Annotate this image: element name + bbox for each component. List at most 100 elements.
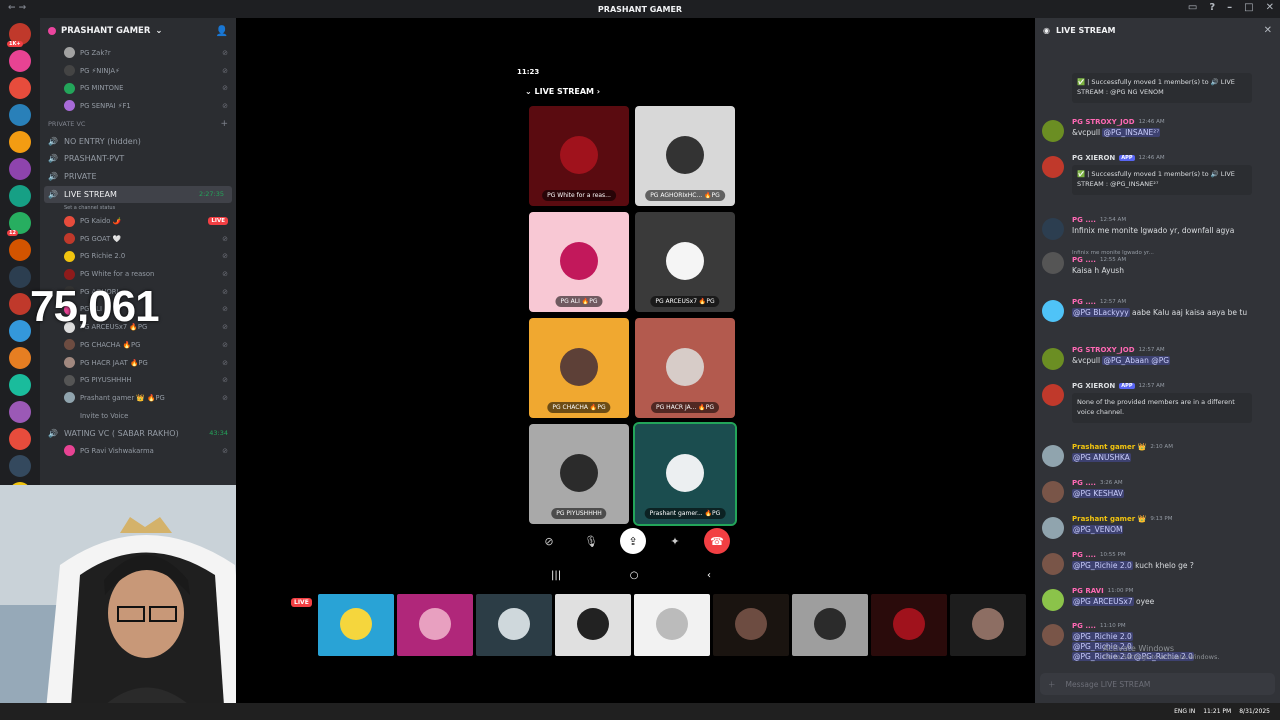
server-icon[interactable] xyxy=(9,77,31,99)
voice-channel[interactable]: 🔊 PRASHANT-PVT xyxy=(40,150,236,168)
avatar[interactable] xyxy=(1042,624,1064,646)
voice-user[interactable]: Prashant gamer 👑 🔥PG ⊘ xyxy=(40,389,236,407)
mention[interactable]: @PG_INSANE²⁷ xyxy=(1102,128,1161,137)
author-name[interactable]: Prashant gamer 👑 xyxy=(1072,443,1146,451)
avatar[interactable] xyxy=(1042,589,1064,611)
author-name[interactable]: PG STROXY_JOD xyxy=(1072,346,1135,354)
participant-tile[interactable]: PG HACR JA... 🔥PG xyxy=(635,318,735,418)
mention[interactable]: @PG_VENOM xyxy=(1072,525,1124,534)
help-icon[interactable]: ? xyxy=(1209,2,1215,13)
participant-tile[interactable]: PG AGHORIxHC... 🔥PG xyxy=(635,106,735,206)
voice-user[interactable]: PG MINTONE ⊘ xyxy=(40,79,236,97)
maximize-icon[interactable]: □ xyxy=(1244,2,1253,13)
channel-status[interactable]: Set a channel status xyxy=(40,203,236,212)
avatar[interactable] xyxy=(1042,553,1064,575)
avatar[interactable] xyxy=(1042,218,1064,240)
author-name[interactable]: Prashant gamer 👑 xyxy=(1072,515,1146,523)
home-icon[interactable]: ○ xyxy=(630,570,639,581)
phone-channel-name[interactable]: LIVE STREAM xyxy=(535,87,595,96)
server-icon[interactable] xyxy=(9,266,31,288)
server-icon[interactable] xyxy=(9,374,31,396)
server-icon[interactable] xyxy=(9,455,31,477)
author-name[interactable]: PG XIERON xyxy=(1072,154,1115,162)
mention[interactable]: @PG_Richie 2.0 xyxy=(1072,561,1133,570)
author-name[interactable]: PG .... xyxy=(1072,256,1096,264)
mic-icon[interactable]: 🎙 xyxy=(578,528,604,554)
server-icon[interactable] xyxy=(9,347,31,369)
server-icon[interactable]: 1K+ xyxy=(7,23,31,47)
hang-up-icon[interactable]: ☎ xyxy=(704,528,730,554)
author-name[interactable]: PG .... xyxy=(1072,216,1096,224)
add-channel-icon[interactable]: + xyxy=(220,119,228,129)
avatar[interactable] xyxy=(1042,156,1064,178)
add-member-icon[interactable]: 👤 xyxy=(216,26,228,37)
add-attachment-icon[interactable]: ＋ xyxy=(1048,679,1056,690)
server-icon[interactable] xyxy=(9,293,31,315)
strip-tile[interactable] xyxy=(634,594,710,656)
server-icon[interactable] xyxy=(9,239,31,261)
server-icon[interactable] xyxy=(9,401,31,423)
message-input[interactable]: ＋ Message LIVE STREAM xyxy=(1040,673,1275,695)
voice-channel-waiting[interactable]: 🔊 WATING VC ( SABAR RAKHO) 43:34 xyxy=(40,424,236,442)
mention[interactable]: @PG ANUSHKA xyxy=(1072,453,1131,462)
strip-tile[interactable] xyxy=(555,594,631,656)
avatar[interactable] xyxy=(1042,384,1064,406)
mention[interactable]: @PG_Abaan @PG xyxy=(1102,356,1171,365)
voice-user[interactable]: PG GOAT 🤍 ⊘ xyxy=(40,230,236,248)
avatar[interactable] xyxy=(1042,120,1064,142)
strip-tile[interactable] xyxy=(397,594,473,656)
server-icon[interactable] xyxy=(9,131,31,153)
inbox-icon[interactable]: ▭ xyxy=(1188,2,1197,13)
strip-tile[interactable] xyxy=(713,594,789,656)
close-icon[interactable]: ✕ xyxy=(1264,25,1272,36)
voice-user[interactable]: PG SENPAI ⚡F1 ⊘ xyxy=(40,97,236,115)
author-name[interactable]: PG STROXY_JOD xyxy=(1072,118,1135,126)
server-header[interactable]: PRASHANT GAMER ⌄ 👤 xyxy=(40,18,236,44)
voice-channel[interactable]: 🔊 PRIVATE xyxy=(40,168,236,186)
voice-user[interactable]: PG HACR JAAT 🔥PG ⊘ xyxy=(40,354,236,372)
participant-tile[interactable]: PG PIYUSHHHH xyxy=(529,424,629,524)
back-forward-icon[interactable]: ← → xyxy=(8,3,26,13)
voice-channel-live-stream[interactable]: 🔊 LIVE STREAM 2:27:35 xyxy=(44,185,232,204)
avatar[interactable] xyxy=(1042,348,1064,370)
server-icon[interactable] xyxy=(9,50,31,72)
author-name[interactable]: PG .... xyxy=(1072,479,1096,487)
close-window-icon[interactable]: ✕ xyxy=(1266,2,1274,13)
category-private-vc[interactable]: PRIVATE VC + xyxy=(40,115,236,133)
strip-tile[interactable] xyxy=(476,594,552,656)
activity-icon[interactable]: ✦ xyxy=(662,528,688,554)
strip-tile[interactable] xyxy=(871,594,947,656)
mention[interactable]: @PG KESHAV xyxy=(1072,489,1125,498)
strip-tile[interactable] xyxy=(318,594,394,656)
participant-tile[interactable]: PG White for a reas... xyxy=(529,106,629,206)
server-icon[interactable] xyxy=(9,104,31,126)
avatar[interactable] xyxy=(1042,517,1064,539)
author-name[interactable]: PG .... xyxy=(1072,551,1096,559)
camera-off-icon[interactable]: ⊘ xyxy=(536,528,562,554)
voice-user[interactable]: PG ⚡NINJA⚡ ⊘ xyxy=(40,62,236,80)
avatar[interactable] xyxy=(1042,252,1064,274)
chevron-down-icon[interactable]: ⌄ xyxy=(525,87,535,96)
author-name[interactable]: PG .... xyxy=(1072,622,1096,630)
participant-tile[interactable]: PG CHACHA 🔥PG xyxy=(529,318,629,418)
server-icon[interactable] xyxy=(9,158,31,180)
strip-tile[interactable] xyxy=(950,594,1026,656)
voice-user[interactable]: PG Kaido 🌶️ LIVE xyxy=(40,212,236,230)
mention[interactable]: @PG BLackyyy xyxy=(1072,308,1130,317)
voice-user[interactable]: PG CHACHA 🔥PG ⊘ xyxy=(40,336,236,354)
mention[interactable]: @PG_Richie 2.0 xyxy=(1072,632,1133,641)
participant-tile[interactable]: PG ARCEUSx7 🔥PG xyxy=(635,212,735,312)
participant-tile[interactable]: PG ALI 🔥PG xyxy=(529,212,629,312)
screen-share-icon[interactable]: ⇪ xyxy=(620,528,646,554)
author-name[interactable]: PG .... xyxy=(1072,298,1096,306)
minimize-icon[interactable]: – xyxy=(1227,2,1232,13)
avatar[interactable] xyxy=(1042,481,1064,503)
voice-channel[interactable]: 🔊 NO ENTRY (hidden) xyxy=(40,132,236,150)
avatar[interactable] xyxy=(1042,300,1064,322)
back-icon[interactable]: ‹ xyxy=(707,570,711,581)
voice-user[interactable]: PG Ravi Vishwakarma ⊘ xyxy=(40,442,236,460)
recents-icon[interactable]: ||| xyxy=(551,570,561,581)
server-icon[interactable] xyxy=(9,320,31,342)
server-icon[interactable] xyxy=(9,428,31,450)
server-icon[interactable]: 12 xyxy=(7,212,31,236)
